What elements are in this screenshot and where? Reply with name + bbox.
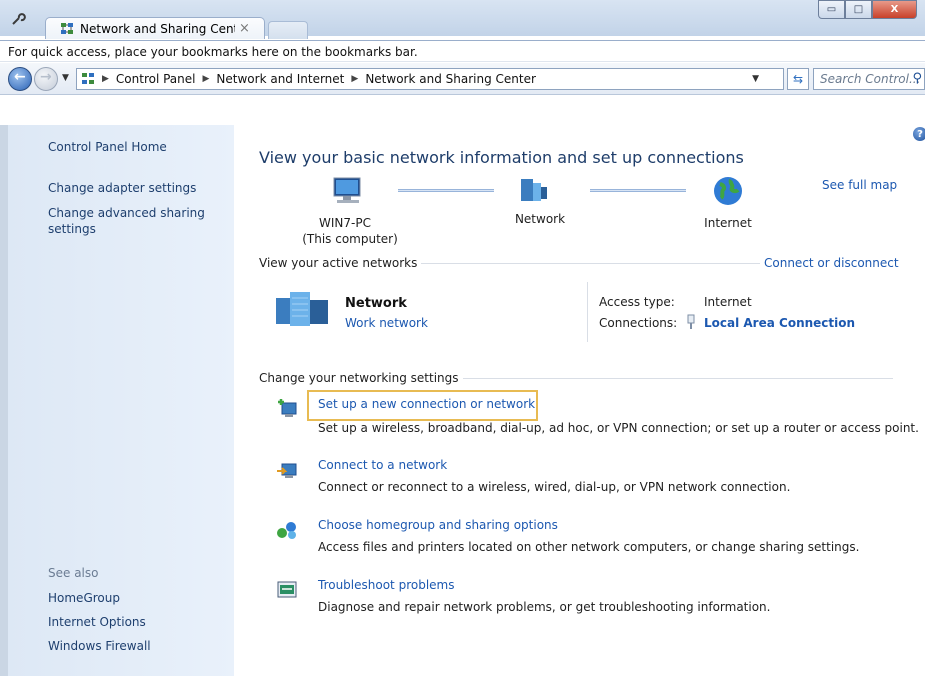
computer-sublabel: (This computer) [302,232,398,246]
search-placeholder: Search Control... [820,72,921,86]
connect-to-network-desc: Connect or reconnect to a wireless, wire… [318,480,791,494]
new-tab-button[interactable] [268,21,308,39]
back-arrow-icon: ← [14,69,26,85]
change-adapter-settings-link[interactable]: Change adapter settings [48,181,196,195]
homegroup-sharing-link[interactable]: Choose homegroup and sharing options [318,518,558,532]
windows-firewall-link[interactable]: Windows Firewall [48,639,151,653]
connections-label: Connections: [599,316,678,330]
internet-node-label: Internet [704,216,752,230]
help-icon[interactable]: ? [913,127,925,141]
connect-disconnect-link[interactable]: Connect or disconnect [760,256,899,270]
network-type-link[interactable]: Work network [345,316,428,330]
network-icon [521,179,547,201]
tab-title: Network and Sharing Cent [80,21,235,36]
vertical-divider [587,282,588,342]
connect-network-icon [277,463,297,478]
connection-line [590,189,686,192]
access-type-label: Access type: [599,295,675,309]
browser-tab[interactable]: Network and Sharing Cent × [45,17,265,39]
wrench-icon[interactable] [10,11,26,27]
refresh-button[interactable]: ⇆ [787,68,809,90]
computer-name: WIN7-PC [319,216,371,230]
breadcrumb-network-internet[interactable]: Network and Internet [216,72,344,86]
breadcrumb-control-panel[interactable]: Control Panel [116,72,196,86]
close-button[interactable]: X [872,0,917,19]
active-network-name: Network [345,296,407,311]
address-bar-area: ← → ▼ ▶ Control Panel ▶ Network and Inte… [0,63,925,95]
homegroup-icon [277,522,296,539]
internet-options-link[interactable]: Internet Options [48,615,146,629]
forward-arrow-icon: → [40,69,52,85]
tab-close-icon[interactable]: × [239,21,250,36]
maximize-button[interactable]: □ [845,0,872,19]
address-box[interactable]: ▶ Control Panel ▶ Network and Internet ▶… [76,68,784,90]
connect-to-network-link[interactable]: Connect to a network [318,458,447,472]
back-button[interactable]: ← [8,67,32,91]
globe-icon [714,177,742,205]
computer-icon [333,177,361,203]
homegroup-link[interactable]: HomeGroup [48,591,120,605]
local-area-connection-link[interactable]: Local Area Connection [704,316,855,330]
troubleshoot-icon [277,581,297,598]
refresh-icon: ⇆ [792,72,804,86]
breadcrumb-separator-icon[interactable]: ▶ [203,74,210,84]
address-dropdown-icon[interactable]: ▼ [752,74,759,84]
see-also-label: See also [48,566,99,580]
change-settings-label: Change your networking settings [259,371,463,385]
ethernet-icon [687,314,695,329]
network-node-label: Network [514,212,566,226]
breadcrumb-separator-icon[interactable]: ▶ [351,74,358,84]
network-building-icon [276,292,328,326]
troubleshoot-desc: Diagnose and repair network problems, or… [318,600,771,614]
troubleshoot-link[interactable]: Troubleshoot problems [318,578,454,592]
change-advanced-sharing-link[interactable]: Change advanced sharing [48,206,205,220]
forward-button[interactable]: → [34,67,58,91]
breadcrumb-network-sharing[interactable]: Network and Sharing Center [365,72,536,86]
change-advanced-sharing-link-line2[interactable]: settings [48,222,96,236]
control-panel-home-link[interactable]: Control Panel Home [48,140,167,154]
left-navigation-pane: Control Panel Home Change adapter settin… [0,125,234,676]
active-networks-label: View your active networks [259,256,422,270]
breadcrumb-separator-icon[interactable]: ▶ [102,74,109,84]
see-full-map-link[interactable]: See full map [822,178,897,192]
new-connection-icon [278,399,297,417]
recent-pages-dropdown-icon[interactable]: ▼ [62,73,69,83]
connection-line [398,189,494,192]
search-input[interactable]: Search Control... ⚲ [813,68,925,90]
title-bar: Network and Sharing Cent × ▭ □ X [0,0,925,39]
homegroup-sharing-desc: Access files and printers located on oth… [318,540,860,554]
network-center-icon [82,73,94,84]
search-icon[interactable]: ⚲ [912,71,922,86]
access-type-value: Internet [704,295,752,309]
page-title: View your basic network information and … [259,148,744,167]
minimize-button[interactable]: ▭ [818,0,845,19]
window-controls: ▭ □ X [818,0,917,19]
network-center-icon [61,22,73,34]
bookmarks-bar: For quick access, place your bookmarks h… [0,40,925,62]
setup-new-connection-link[interactable]: Set up a new connection or network [318,397,535,411]
setup-new-connection-desc: Set up a wireless, broadband, dial-up, a… [318,421,919,435]
